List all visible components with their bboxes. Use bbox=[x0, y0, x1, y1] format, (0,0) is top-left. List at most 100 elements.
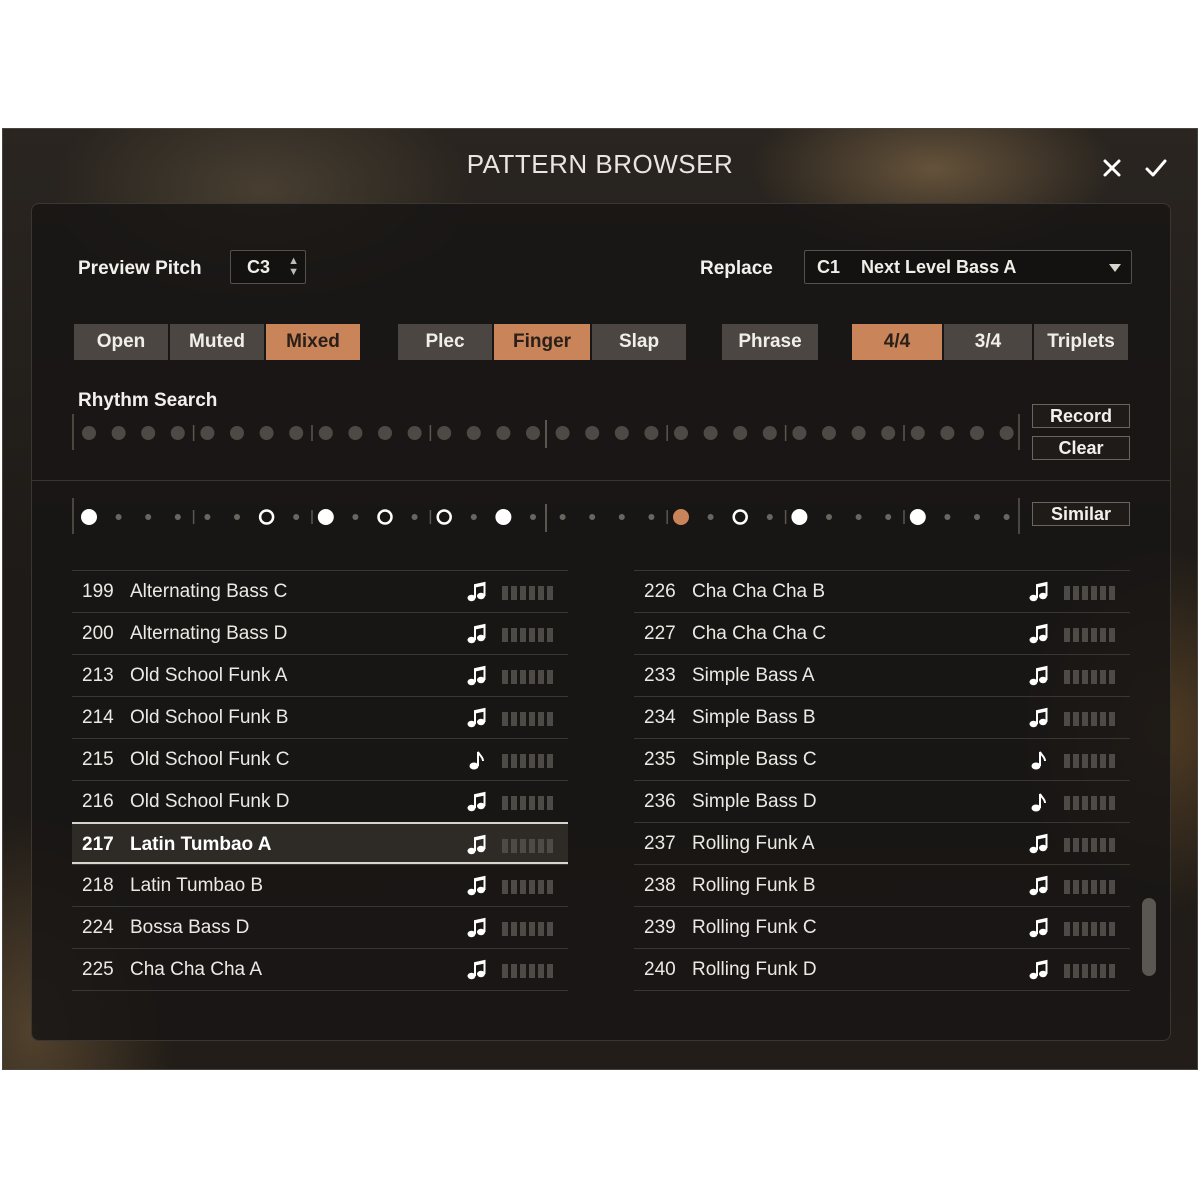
rhythm-step[interactable] bbox=[910, 426, 925, 440]
double-note-icon[interactable] bbox=[1028, 959, 1048, 981]
rhythm-step[interactable] bbox=[555, 426, 570, 440]
preview-pitch-spinbox[interactable]: C3 ▲ ▼ bbox=[230, 250, 306, 284]
double-note-icon[interactable] bbox=[466, 581, 486, 603]
double-note-icon[interactable] bbox=[466, 623, 486, 645]
pattern-list-row[interactable]: 237 Rolling Funk A bbox=[634, 822, 1130, 864]
double-note-icon[interactable] bbox=[466, 791, 486, 813]
pattern-step-hollow bbox=[436, 509, 452, 525]
rhythm-step[interactable] bbox=[318, 426, 333, 440]
rhythm-step[interactable] bbox=[733, 426, 748, 440]
technique-slap-button[interactable]: Slap bbox=[592, 324, 686, 360]
double-note-icon[interactable] bbox=[466, 917, 486, 939]
rhythm-step[interactable] bbox=[762, 426, 777, 440]
technique-plec-button[interactable]: Plec bbox=[398, 324, 492, 360]
pattern-list-row[interactable]: 224 Bossa Bass D bbox=[72, 906, 568, 948]
phrase-button[interactable]: Phrase bbox=[722, 324, 818, 360]
single-note-icon[interactable] bbox=[1028, 749, 1048, 771]
rhythm-step[interactable] bbox=[822, 426, 836, 440]
rating-bar bbox=[538, 628, 544, 642]
record-button[interactable]: Record bbox=[1032, 404, 1130, 428]
articulation-open-button[interactable]: Open bbox=[74, 324, 168, 360]
pattern-list-row[interactable]: 240 Rolling Funk D bbox=[634, 948, 1130, 990]
rhythm-step[interactable] bbox=[289, 426, 304, 440]
pattern-list-row[interactable]: 216 Old School Funk D bbox=[72, 780, 568, 822]
rhythm-step[interactable] bbox=[230, 426, 244, 440]
pattern-list-row[interactable]: 238 Rolling Funk B bbox=[634, 864, 1130, 906]
pattern-list-row[interactable]: 233 Simple Bass A bbox=[634, 654, 1130, 696]
pattern-list-row[interactable]: 225 Cha Cha Cha A bbox=[72, 948, 568, 990]
double-note-icon[interactable] bbox=[466, 707, 486, 729]
double-note-icon[interactable] bbox=[466, 875, 486, 897]
meter-3-4-button[interactable]: 3/4 bbox=[944, 324, 1032, 360]
rhythm-step[interactable] bbox=[496, 426, 511, 440]
pattern-list-row[interactable]: 234 Simple Bass B bbox=[634, 696, 1130, 738]
rhythm-step[interactable] bbox=[466, 426, 481, 440]
double-note-icon[interactable] bbox=[1028, 707, 1048, 729]
pattern-name: Cha Cha Cha A bbox=[130, 959, 263, 980]
rhythm-step[interactable] bbox=[970, 426, 984, 440]
single-note-icon[interactable] bbox=[1028, 791, 1048, 813]
pattern-list-row[interactable]: 239 Rolling Funk C bbox=[634, 906, 1130, 948]
pattern-list-row[interactable]: 199 Alternating Bass C bbox=[72, 570, 568, 612]
rhythm-step[interactable] bbox=[407, 426, 422, 440]
pattern-list-row[interactable]: 226 Cha Cha Cha B bbox=[634, 570, 1130, 612]
spin-arrows-icon[interactable]: ▲ ▼ bbox=[288, 256, 299, 278]
rating-bar bbox=[1091, 880, 1097, 894]
double-note-icon[interactable] bbox=[466, 834, 486, 856]
pattern-list-row[interactable]: 235 Simple Bass C bbox=[634, 738, 1130, 780]
double-note-icon[interactable] bbox=[1028, 623, 1048, 645]
double-note-icon[interactable] bbox=[466, 959, 486, 981]
rating-bar bbox=[520, 628, 526, 642]
rating-bar bbox=[520, 796, 526, 810]
rhythm-step[interactable] bbox=[200, 426, 215, 440]
rhythm-step[interactable] bbox=[82, 426, 96, 440]
double-note-icon[interactable] bbox=[1028, 875, 1048, 897]
pattern-list-row[interactable]: 217 Latin Tumbao A bbox=[72, 822, 568, 864]
pattern-list-row[interactable]: 200 Alternating Bass D bbox=[72, 612, 568, 654]
double-note-icon[interactable] bbox=[1028, 833, 1048, 855]
replace-dropdown[interactable]: C1 Next Level Bass A bbox=[804, 250, 1132, 284]
scrollbar-thumb[interactable] bbox=[1142, 898, 1156, 976]
pattern-list-row[interactable]: 218 Latin Tumbao B bbox=[72, 864, 568, 906]
pattern-list-row[interactable]: 227 Cha Cha Cha C bbox=[634, 612, 1130, 654]
rhythm-step[interactable] bbox=[378, 426, 392, 440]
double-note-icon[interactable] bbox=[1028, 581, 1048, 603]
confirm-button[interactable] bbox=[1141, 153, 1171, 183]
technique-finger-button[interactable]: Finger bbox=[494, 324, 590, 360]
rhythm-step[interactable] bbox=[585, 426, 600, 440]
similar-button[interactable]: Similar bbox=[1032, 502, 1130, 526]
single-note-icon[interactable] bbox=[466, 749, 486, 771]
pattern-list-row[interactable]: 213 Old School Funk A bbox=[72, 654, 568, 696]
rhythm-step[interactable] bbox=[674, 426, 688, 440]
rhythm-step[interactable] bbox=[644, 426, 659, 440]
rhythm-search-steps[interactable] bbox=[74, 418, 1034, 448]
meter-4-4-button[interactable]: 4/4 bbox=[852, 324, 942, 360]
close-button[interactable] bbox=[1097, 153, 1127, 183]
rhythm-step[interactable] bbox=[259, 426, 274, 440]
double-note-icon[interactable] bbox=[1028, 665, 1048, 687]
rhythm-step[interactable] bbox=[792, 426, 807, 440]
rhythm-step[interactable] bbox=[348, 426, 363, 440]
preview-pitch-value: C3 bbox=[247, 257, 271, 277]
rhythm-step[interactable] bbox=[940, 426, 955, 440]
rhythm-step[interactable] bbox=[999, 426, 1014, 440]
pattern-list-row[interactable]: 236 Simple Bass D bbox=[634, 780, 1130, 822]
clear-button[interactable]: Clear bbox=[1032, 436, 1130, 460]
rhythm-step[interactable] bbox=[881, 426, 896, 440]
pattern-list-row[interactable]: 214 Old School Funk B bbox=[72, 696, 568, 738]
rhythm-step[interactable] bbox=[526, 426, 540, 440]
rhythm-step[interactable] bbox=[141, 426, 156, 440]
rhythm-step[interactable] bbox=[437, 426, 452, 440]
rhythm-step[interactable] bbox=[170, 426, 185, 440]
rhythm-step[interactable] bbox=[851, 426, 866, 440]
pattern-list-row[interactable]: 215 Old School Funk C bbox=[72, 738, 568, 780]
rhythm-step[interactable] bbox=[703, 426, 718, 440]
articulation-muted-button[interactable]: Muted bbox=[170, 324, 264, 360]
rhythm-step[interactable] bbox=[614, 426, 629, 440]
meter-triplets-button[interactable]: Triplets bbox=[1034, 324, 1128, 360]
articulation-mixed-button[interactable]: Mixed bbox=[266, 324, 360, 360]
double-note-icon[interactable] bbox=[1028, 917, 1048, 939]
rating-bar bbox=[502, 880, 508, 894]
double-note-icon[interactable] bbox=[466, 665, 486, 687]
rhythm-step[interactable] bbox=[111, 426, 126, 440]
